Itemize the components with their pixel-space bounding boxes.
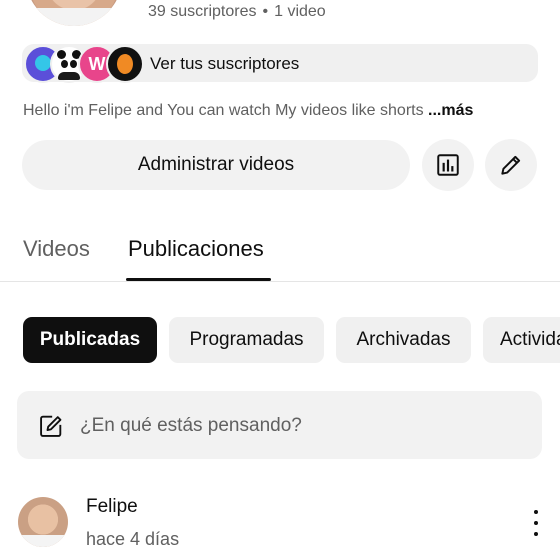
chip-publicadas[interactable]: Publicadas <box>23 317 157 363</box>
channel-avatar[interactable] <box>26 0 122 26</box>
subscriber-avatars: W <box>24 45 144 83</box>
create-post-placeholder: ¿En qué estás pensando? <box>80 415 302 436</box>
manage-videos-button[interactable]: Administrar videos <box>22 140 410 190</box>
chip-programadas[interactable]: Programadas <box>169 317 324 363</box>
description-text: Hello i'm Felipe and You can watch My vi… <box>23 102 429 119</box>
description-more-link[interactable]: ...más <box>428 102 473 119</box>
chip-actividad[interactable]: Actividad <box>483 317 560 363</box>
tabs-divider <box>0 281 560 282</box>
manage-videos-label: Administrar videos <box>137 154 295 175</box>
channel-description[interactable]: Hello i'm Felipe and You can watch My vi… <box>23 102 473 120</box>
post-author-avatar[interactable] <box>18 497 68 547</box>
edit-post-icon <box>40 415 62 437</box>
pencil-icon <box>501 155 521 175</box>
more-vert-icon <box>534 510 538 514</box>
tab-videos[interactable]: Videos <box>23 236 90 262</box>
channel-stats: 39 suscriptores • 1 video <box>148 3 326 21</box>
post-more-options-button[interactable] <box>524 508 548 538</box>
post-author-name[interactable]: Felipe <box>86 496 138 518</box>
tab-publicaciones[interactable]: Publicaciones <box>128 236 264 262</box>
edit-channel-button[interactable] <box>485 139 537 191</box>
bar-chart-icon <box>437 154 459 176</box>
subscriber-count: 39 suscriptores <box>148 3 257 20</box>
analytics-button[interactable] <box>422 139 474 191</box>
post-timestamp: hace 4 días <box>86 529 180 549</box>
video-count: 1 video <box>274 3 326 20</box>
chip-archivadas[interactable]: Archivadas <box>336 317 471 363</box>
stats-separator: • <box>262 3 269 20</box>
view-subscribers-label[interactable]: Ver tus suscriptores <box>150 54 299 74</box>
subscriber-avatar <box>106 45 144 83</box>
